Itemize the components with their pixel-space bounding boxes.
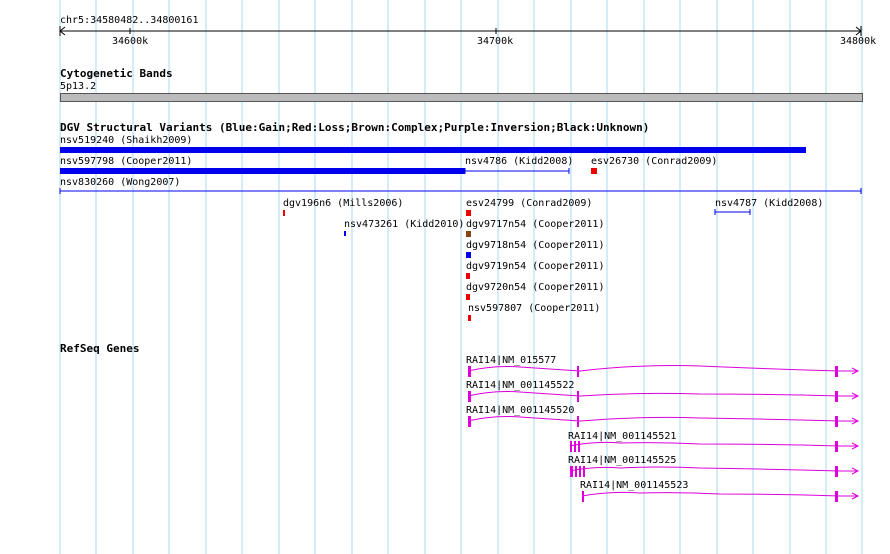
gene-exon[interactable]: [582, 491, 584, 502]
gene-exon[interactable]: [583, 466, 585, 477]
variant-label: nsv4786 (Kidd2008): [465, 156, 574, 167]
gene-label: RAI14|NM_001145520: [466, 405, 575, 416]
gene-intron-line[interactable]: [467, 391, 858, 397]
gene-exon[interactable]: [570, 466, 573, 477]
gene-exon[interactable]: [835, 466, 838, 477]
gene-exon[interactable]: [468, 391, 471, 402]
gene-intron-line[interactable]: [581, 491, 858, 497]
variant-glyph[interactable]: [60, 168, 465, 174]
gene-label: RAI14|NM_001145522: [466, 380, 575, 391]
variant-label: nsv597807 (Cooper2011): [468, 303, 601, 314]
gene-intron-line[interactable]: [467, 365, 858, 372]
gene-exon[interactable]: [577, 391, 579, 402]
variant-glyph[interactable]: [466, 273, 470, 279]
gene-exon[interactable]: [579, 466, 581, 477]
variant-label: dgv9718n54 (Cooper2011): [466, 240, 605, 251]
gene-exon[interactable]: [577, 416, 579, 427]
variant-label: nsv597798 (Cooper2011): [60, 156, 193, 167]
gene-label: RAI14|NM_001145523: [580, 480, 689, 491]
variant-label: dgv9717n54 (Cooper2011): [466, 219, 605, 230]
gene-intron-line[interactable]: [467, 416, 858, 422]
variant-glyph[interactable]: [466, 294, 470, 300]
gene-exon[interactable]: [578, 441, 580, 452]
gene-exon[interactable]: [835, 366, 838, 377]
variant-label: dgv9719n54 (Cooper2011): [466, 261, 605, 272]
gene-exon[interactable]: [468, 416, 471, 427]
track-title-refseq: RefSeq Genes: [60, 342, 140, 355]
gene-label: RAI14|NM_001145521: [568, 431, 677, 442]
gene-label: RAI14|NM_001145525: [568, 455, 677, 466]
variant-label: nsv4787 (Kidd2008): [715, 198, 824, 209]
variant-glyph[interactable]: [468, 315, 471, 321]
feature-tracks[interactable]: [0, 0, 890, 554]
gene-intron-line[interactable]: [569, 466, 858, 472]
variant-glyph[interactable]: [466, 210, 471, 216]
gene-label: RAI14|NM_015577: [466, 355, 557, 366]
variant-label: esv26730 (Conrad2009): [591, 156, 718, 167]
gene-exon[interactable]: [468, 366, 471, 377]
gene-exon[interactable]: [575, 466, 577, 477]
variant-label: dgv9720n54 (Cooper2011): [466, 282, 605, 293]
variant-label: dgv196n6 (Mills2006): [283, 198, 404, 209]
variant-label: esv24799 (Conrad2009): [466, 198, 593, 209]
gene-exon[interactable]: [574, 441, 576, 452]
gene-exon[interactable]: [570, 441, 572, 452]
variant-glyph[interactable]: [466, 231, 471, 237]
gene-exon[interactable]: [835, 416, 838, 427]
variant-glyph[interactable]: [60, 147, 806, 153]
gene-exon[interactable]: [835, 491, 838, 502]
gene-exon[interactable]: [835, 441, 838, 452]
gene-intron-line[interactable]: [569, 441, 858, 447]
variant-glyph[interactable]: [591, 168, 597, 174]
gene-exon[interactable]: [835, 391, 838, 402]
variant-label: nsv830260 (Wong2007): [60, 177, 181, 188]
variant-glyph[interactable]: [283, 210, 285, 216]
variant-glyph[interactable]: [466, 252, 471, 258]
variant-glyph[interactable]: [344, 231, 346, 236]
variant-label: nsv473261 (Kidd2010): [344, 219, 465, 230]
variant-label: nsv519240 (Shaikh2009): [60, 135, 193, 146]
gene-exon[interactable]: [577, 366, 579, 377]
